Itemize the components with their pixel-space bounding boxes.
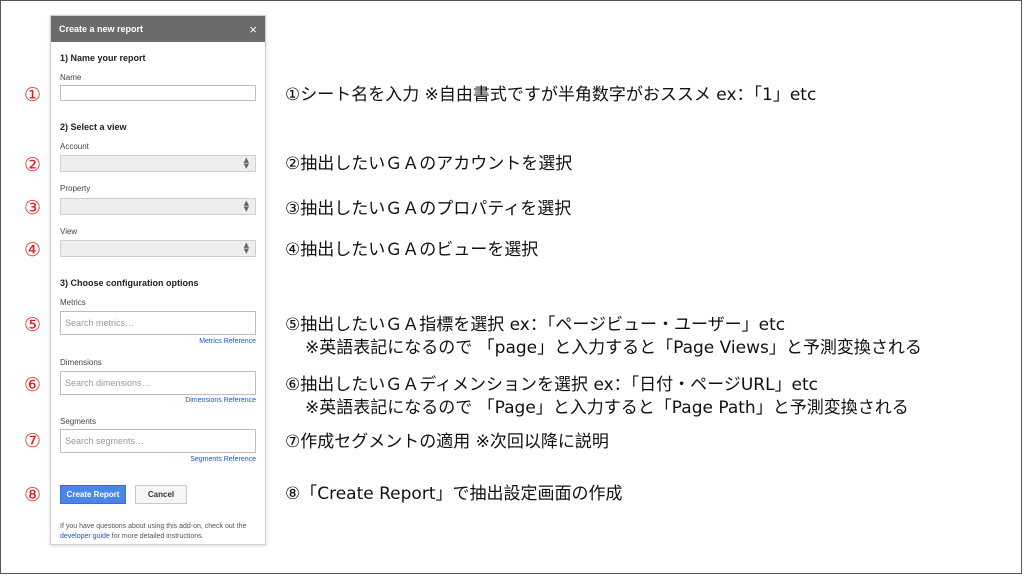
select-arrows-icon: ▲ ▼: [243, 241, 249, 255]
description-8: ⑧「Create Report」で抽出設定画面の作成: [285, 484, 623, 504]
metrics-label: Metrics: [60, 298, 86, 307]
description-7: ⑦作成セグメントの適用 ※次回以降に説明: [285, 432, 609, 452]
section-config-heading: 3) Choose configuration options: [60, 278, 199, 288]
dimensions-search-input[interactable]: Search dimensions…: [60, 371, 256, 395]
marker-8: ⑧: [24, 484, 42, 506]
section-view-heading: 2) Select a view: [60, 122, 127, 132]
property-select[interactable]: ▲ ▼: [60, 198, 256, 215]
marker-5: ⑤: [24, 314, 42, 336]
description-4: ④抽出したいＧＡのビューを選択: [285, 240, 539, 260]
property-label: Property: [60, 184, 91, 193]
dimensions-reference-link[interactable]: Dimensions Reference: [185, 397, 256, 404]
segments-reference-link[interactable]: Segments Reference: [190, 456, 256, 463]
marker-6: ⑥: [24, 374, 42, 396]
help-footer: If you have questions about using this a…: [60, 522, 260, 542]
marker-3: ③: [24, 197, 42, 219]
name-input[interactable]: [60, 85, 256, 101]
description-5-note: ※英語表記になるので 「page」と入力すると「Page Views」と予測変換…: [305, 338, 922, 358]
description-3: ③抽出したいＧＡのプロパティを選択: [285, 199, 572, 219]
create-report-button[interactable]: Create Report: [60, 485, 126, 504]
description-6: ⑥抽出したいＧＡディメンションを選択 ex：「日付・ページURL」etc: [285, 375, 819, 395]
description-1: ①シート名を入力 ※自由書式ですが半角数字がおススメ ex：「1」etc: [285, 85, 817, 105]
metrics-reference-link[interactable]: Metrics Reference: [199, 338, 256, 345]
cancel-button[interactable]: Cancel: [135, 485, 187, 504]
footer-text-end: for more detailed instructions.: [109, 533, 204, 540]
description-6-note: ※英語表記になるので 「Page」と入力すると「Page Path」と予測変換さ…: [305, 398, 909, 418]
create-report-dialog: Create a new report × 1) Name your repor…: [50, 15, 266, 545]
close-icon[interactable]: ×: [249, 22, 257, 37]
marker-4: ④: [24, 239, 42, 261]
dialog-title: Create a new report: [59, 24, 144, 34]
description-5: ⑤抽出したいＧＡ指標を選択 ex：「ページビュー・ユーザー」etc: [285, 315, 786, 335]
marker-2: ②: [24, 154, 42, 176]
dialog-header: Create a new report ×: [51, 16, 265, 42]
select-arrows-icon: ▲ ▼: [243, 199, 249, 213]
name-label: Name: [60, 73, 82, 82]
view-select[interactable]: ▲ ▼: [60, 240, 256, 257]
metrics-search-input[interactable]: Search metrics…: [60, 311, 256, 335]
segments-search-input[interactable]: Search segments…: [60, 429, 256, 453]
description-2: ②抽出したいＧＡのアカウントを選択: [285, 154, 573, 174]
footer-text: If you have questions about using this a…: [60, 523, 247, 530]
marker-7: ⑦: [24, 430, 42, 452]
marker-1: ①: [24, 84, 42, 106]
dimensions-label: Dimensions: [60, 358, 102, 367]
account-select[interactable]: ▲ ▼: [60, 155, 256, 172]
view-label: View: [60, 227, 78, 236]
select-arrows-icon: ▲ ▼: [243, 156, 249, 170]
segments-label: Segments: [60, 417, 97, 426]
account-label: Account: [60, 142, 89, 151]
developer-guide-link[interactable]: developer guide: [60, 533, 110, 540]
section-name-heading: 1) Name your report: [60, 53, 146, 63]
